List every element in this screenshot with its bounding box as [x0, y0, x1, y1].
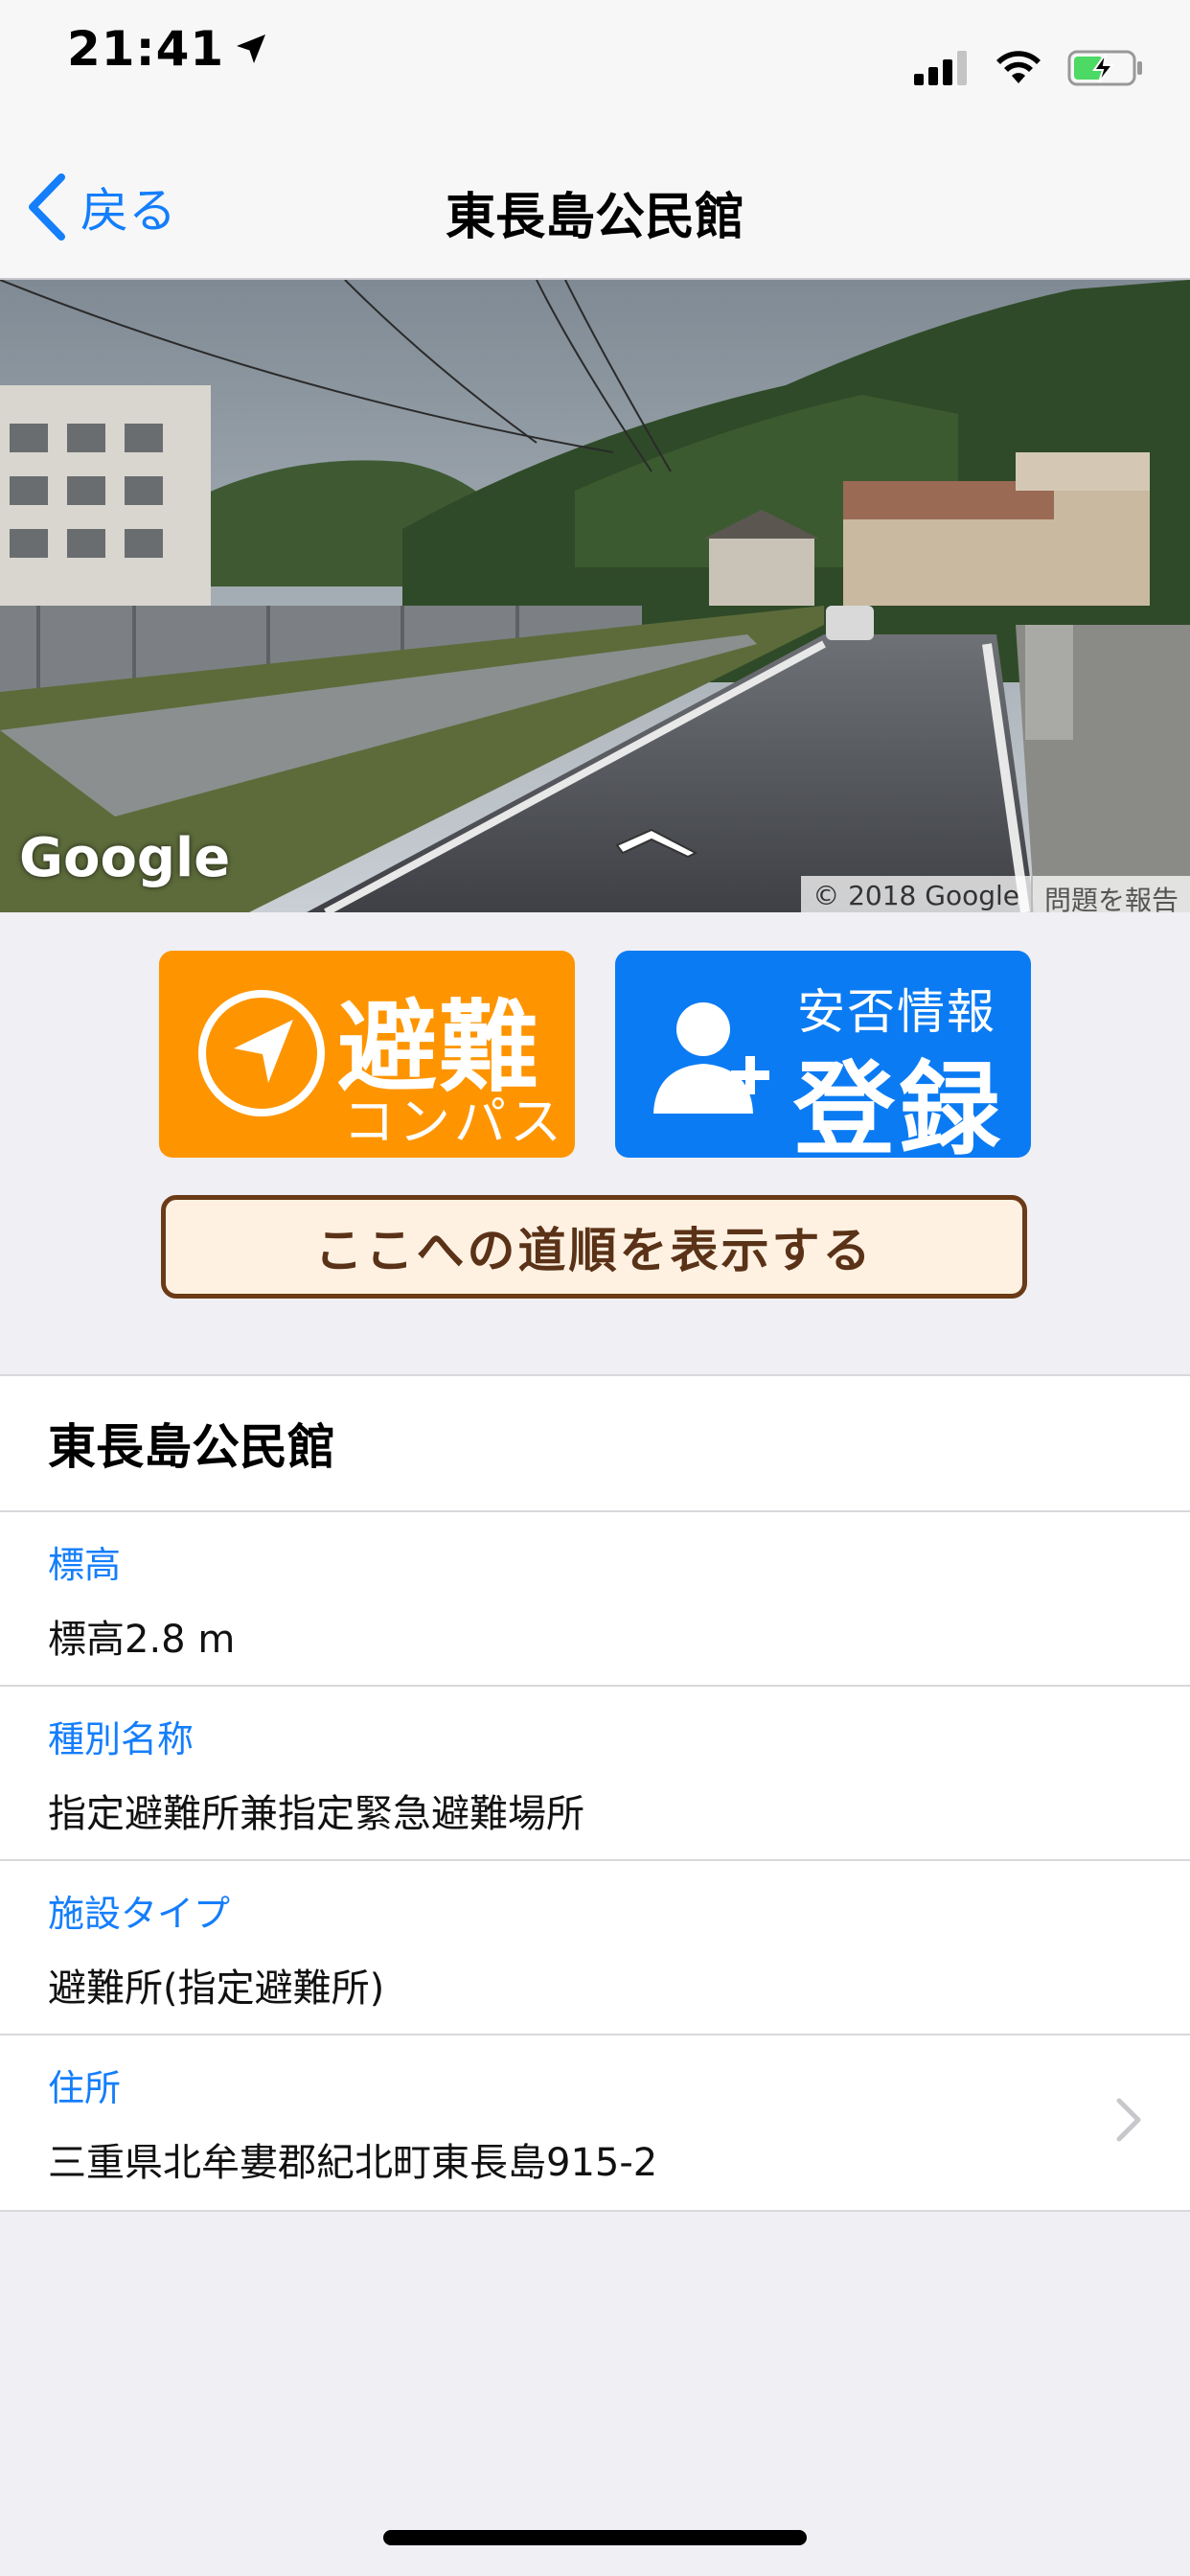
report-problem-link[interactable]: 問題を報告 [1030, 876, 1190, 912]
street-view-attribution: © 2018 Google 問題を報告 [801, 876, 1190, 912]
row-value: 標高2.8 m [48, 1618, 236, 1662]
time-label: 21:41 [67, 21, 225, 77]
list-item-type-name: 種別名称 指定避難所兼指定緊急避難場所 [0, 1687, 1190, 1861]
wifi-icon [996, 51, 1041, 83]
row-label: 住所 [48, 2067, 122, 2109]
evacuation-compass-button[interactable]: 避難 コンパス [159, 951, 575, 1158]
row-value: 指定避難所兼指定緊急避難場所 [48, 1792, 584, 1836]
chevron-right-icon [1116, 2098, 1141, 2142]
compass-label: コンパス [343, 1092, 565, 1152]
battery-charging-icon [1067, 50, 1142, 86]
compass-arrow-icon [198, 990, 325, 1116]
row-label: 施設タイプ [48, 1893, 231, 1935]
navigation-bar: 戻る 東長島公民館 [0, 126, 1190, 280]
register-label: 登録 [793, 1051, 1004, 1169]
location-arrow-icon [237, 34, 266, 63]
show-route-button[interactable]: ここへの道順を表示する [161, 1195, 1027, 1299]
street-view-panorama[interactable]: Google © 2018 Google 問題を報告 [0, 280, 1190, 912]
facility-details-list: 東長島公民館 標高 標高2.8 m 種別名称 指定避難所兼指定緊急避難場所 施設… [0, 1374, 1190, 2212]
status-bar: 21:41 [0, 0, 1190, 126]
status-time: 21:41 [67, 21, 268, 77]
row-value: 三重県北牟婁郡紀北町東長島915-2 [48, 2141, 658, 2185]
page-title: 東長島公民館 [445, 189, 744, 246]
row-label: 種別名称 [48, 1718, 195, 1760]
copyright-text: © 2018 Google [801, 876, 1031, 912]
google-logo: Google [19, 827, 231, 889]
list-item-address[interactable]: 住所 三重県北牟婁郡紀北町東長島915-2 [0, 2036, 1190, 2210]
row-label: 標高 [48, 1544, 122, 1586]
street-view-image [0, 280, 1190, 912]
person-add-icon [653, 1002, 769, 1114]
home-indicator[interactable] [383, 2530, 807, 2545]
signal-icon [914, 51, 967, 85]
facility-name: 東長島公民館 [0, 1376, 1190, 1512]
list-item-facility-type: 施設タイプ 避難所(指定避難所) [0, 1861, 1190, 2036]
safety-info-register-button[interactable]: 安否情報 登録 [615, 951, 1031, 1169]
row-value: 避難所(指定避難所) [48, 1966, 385, 2011]
street-view-navigation-arrow-icon[interactable] [613, 824, 699, 859]
list-item-elevation: 標高 標高2.8 m [0, 1512, 1190, 1687]
